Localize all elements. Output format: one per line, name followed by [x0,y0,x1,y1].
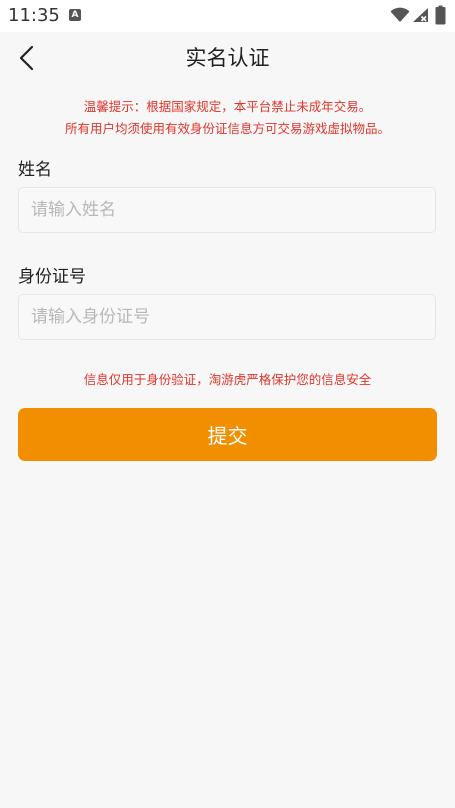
warning-notice: 温馨提示：根据国家规定，本平台禁止未成年交易。 所有用户均须使用有效身份证信息方… [0,96,455,140]
status-time: 11:35 [8,5,60,26]
id-number-input[interactable] [19,295,435,339]
header: 实名认证 [0,32,455,84]
notice-line-1: 温馨提示：根据国家规定，本平台禁止未成年交易。 [83,99,372,114]
submit-button[interactable]: 提交 [18,408,437,461]
notification-a-icon: A [69,9,81,21]
id-number-field-box [18,294,436,340]
name-field-box [18,187,436,233]
name-label: 姓名 [18,160,52,180]
signal-icon [413,8,428,22]
privacy-note: 信息仅用于身份验证，淘游虎严格保护您的信息安全 [83,372,372,387]
wifi-icon [390,7,410,22]
name-input[interactable] [19,188,435,232]
notice-line-2: 所有用户均须使用有效身份证信息方可交易游戏虚拟物品。 [64,121,390,136]
page-title: 实名认证 [185,46,270,70]
battery-icon [435,5,446,25]
status-bar: 11:35 A [0,0,455,32]
id-number-label: 身份证号 [18,267,86,287]
